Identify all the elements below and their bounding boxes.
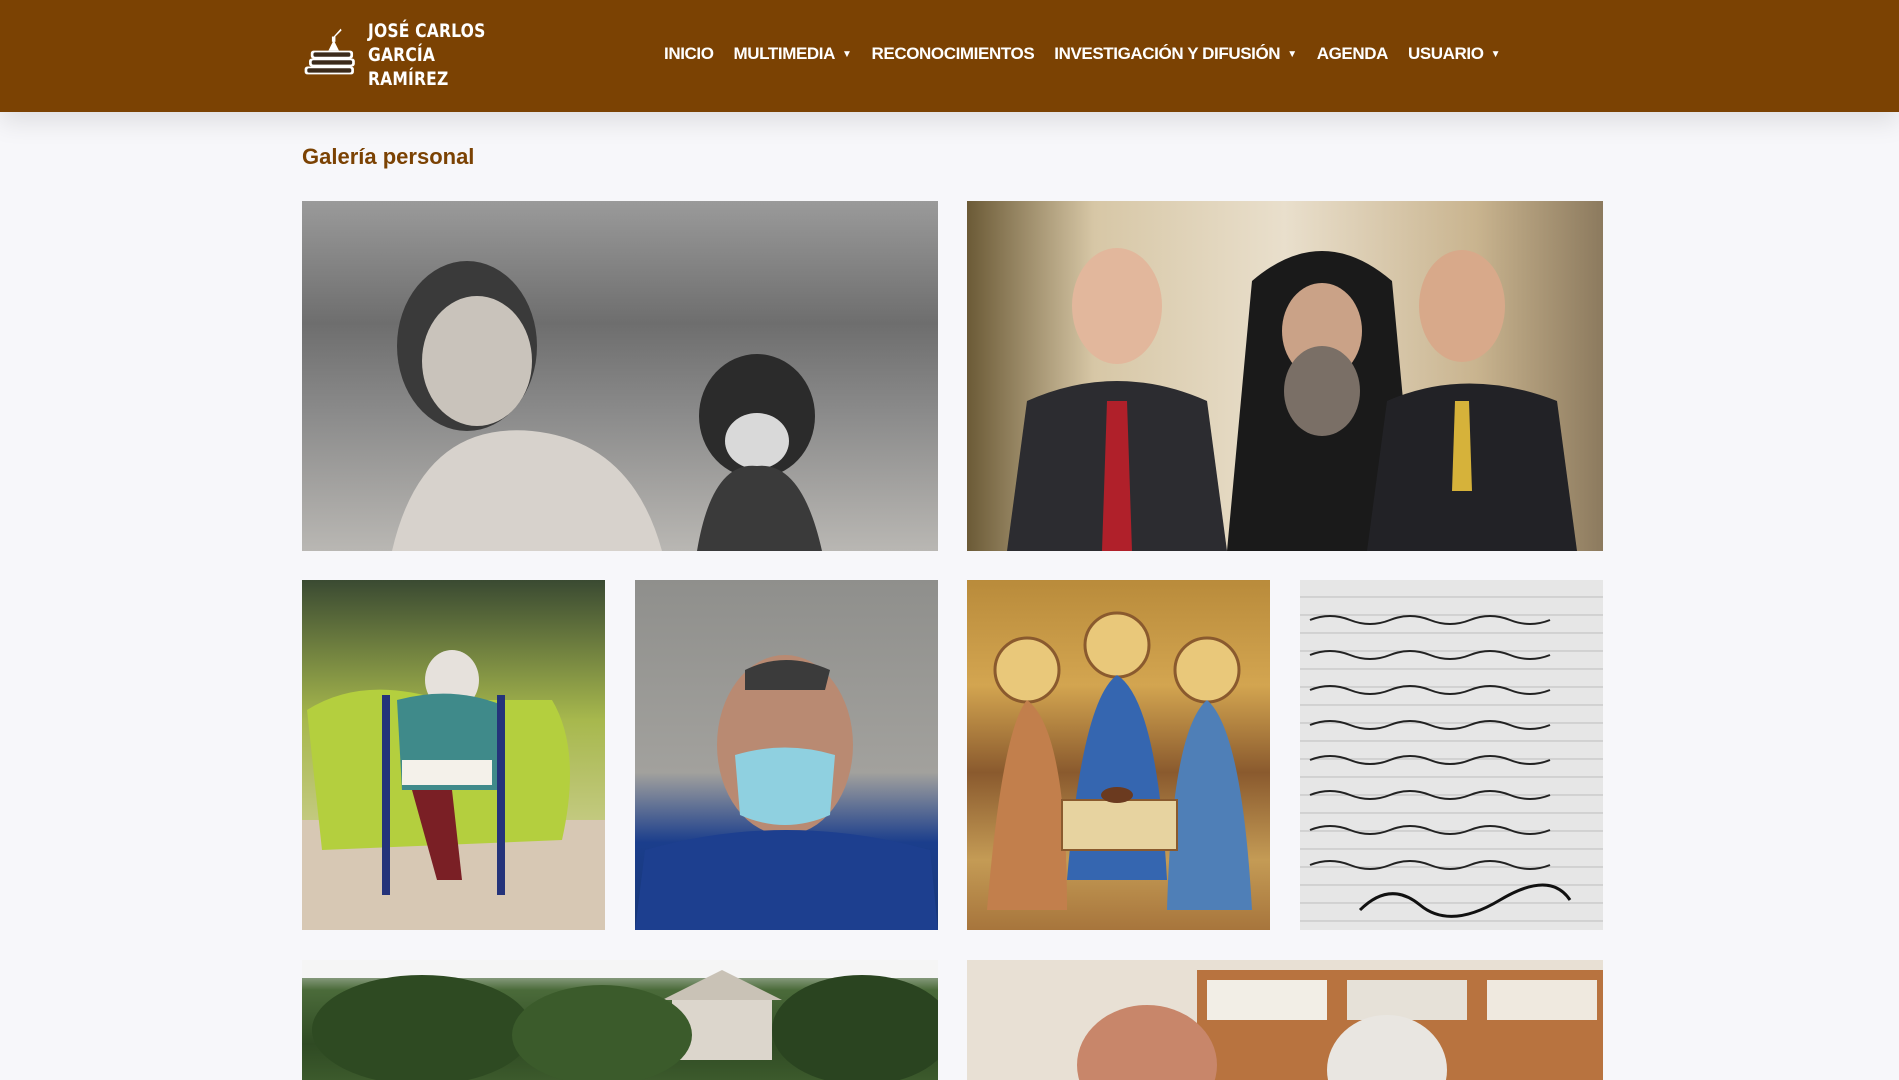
brand-name: JOSÉ CARLOS GARCÍA RAMÍREZ xyxy=(368,19,503,91)
photo-illustration xyxy=(1309,615,1572,918)
photo-illustration xyxy=(1007,248,1577,551)
books-inkwell-icon xyxy=(304,28,355,75)
photo-illustration xyxy=(302,960,938,1080)
main-menu: INICIO MULTIMEDIA ▼ RECONOCIMIENTOS INVE… xyxy=(654,40,1510,68)
nav-item-label: INICIO xyxy=(664,44,714,63)
nav-item-label: USUARIO xyxy=(1407,44,1484,63)
gallery-photo-person-with-mask[interactable] xyxy=(635,580,938,930)
gallery-photo-elderly-woman-writing[interactable] xyxy=(302,580,605,930)
nav-item-label: RECONOCIMIENTOS xyxy=(871,44,1035,63)
caret-down-icon: ▼ xyxy=(842,48,852,60)
brand-line-1: JOSÉ CARLOS xyxy=(367,20,486,42)
nav-item-investigacion[interactable]: INVESTIGACIÓN Y DIFUSIÓN ▼ xyxy=(1044,44,1306,64)
photo-illustration xyxy=(392,261,822,551)
caret-down-icon: ▼ xyxy=(1490,48,1501,60)
nav-item-reconocimientos[interactable]: RECONOCIMIENTOS xyxy=(862,44,1045,64)
photo-illustration xyxy=(987,611,1252,910)
nav-item-agenda[interactable]: AGENDA xyxy=(1307,44,1398,64)
site-logo[interactable]: JOSÉ CARLOS GARCÍA RAMÍREZ xyxy=(302,19,532,91)
nav-item-multimedia[interactable]: MULTIMEDIA ▼ xyxy=(724,44,862,64)
photo-illustration xyxy=(302,650,605,930)
nav-item-label: MULTIMEDIA xyxy=(733,44,836,63)
brand-line-2: GARCÍA RAMÍREZ xyxy=(367,44,449,90)
nav-item-label: AGENDA xyxy=(1316,44,1389,63)
gallery-photo-trinity-icon[interactable] xyxy=(967,580,1270,930)
photo-illustration xyxy=(635,655,938,930)
gallery-photo-three-men[interactable] xyxy=(967,201,1603,551)
page-title: Galería personal xyxy=(302,144,475,169)
gallery-photo-library[interactable] xyxy=(967,960,1603,1080)
photo-illustration xyxy=(967,960,1603,1080)
gallery-photo-man-with-dog[interactable] xyxy=(302,201,938,551)
nav-item-inicio[interactable]: INICIO xyxy=(654,44,724,64)
nav-item-usuario[interactable]: USUARIO ▼ xyxy=(1398,44,1510,64)
gallery-photo-garden-house[interactable] xyxy=(302,960,938,1080)
gallery-photo-handwritten-letter[interactable] xyxy=(1300,580,1603,930)
caret-down-icon: ▼ xyxy=(1287,48,1297,60)
nav-item-label: INVESTIGACIÓN Y DIFUSIÓN xyxy=(1054,44,1281,63)
top-navbar: JOSÉ CARLOS GARCÍA RAMÍREZ INICIO MULTIM… xyxy=(0,0,1899,112)
